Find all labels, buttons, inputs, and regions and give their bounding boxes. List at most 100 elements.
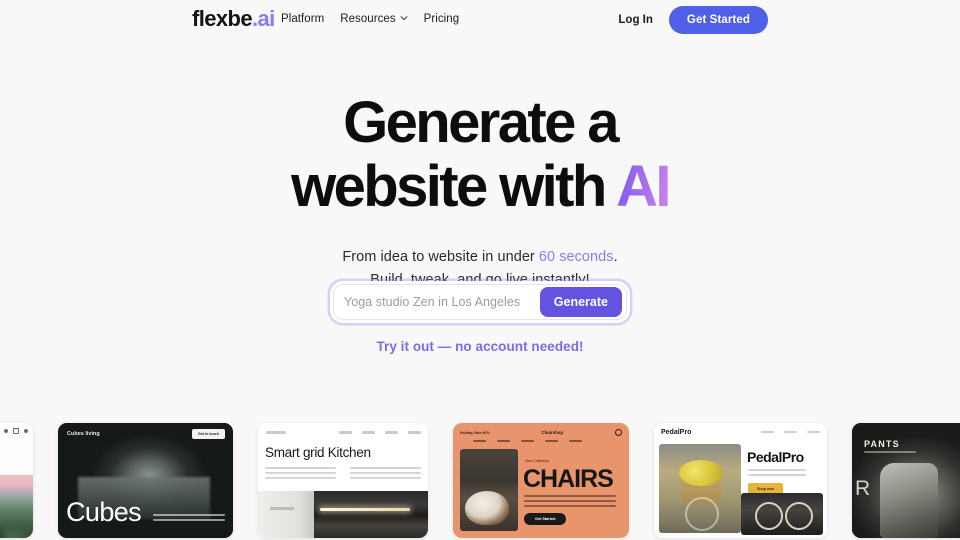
- template-pedalpro-nav: [761, 431, 820, 434]
- nav-placeholder-bar: [408, 431, 421, 434]
- subtitle-suffix: .: [613, 249, 618, 265]
- headline-line-1: Generate a: [343, 90, 619, 155]
- nav-item-pricing[interactable]: Pricing: [424, 13, 460, 25]
- text-placeholder-line: [350, 467, 421, 469]
- template-pedalpro-photo-secondary: [741, 493, 823, 535]
- nav-label-resources: Resources: [340, 13, 396, 25]
- template-card-kitchen[interactable]: Smart grid Kitchen: [258, 423, 428, 538]
- generate-button[interactable]: Generate: [539, 287, 622, 317]
- template-kitchen-logo: [266, 431, 286, 434]
- template-mount-icons: [4, 428, 28, 434]
- template-card-mount[interactable]: OUNT Get Started: [0, 423, 33, 538]
- landing-page: flexbe.ai Platform Resources Pricing Log…: [0, 0, 960, 540]
- text-placeholder-line: [350, 472, 421, 474]
- prompt-input[interactable]: [334, 295, 540, 309]
- template-kitchen-photo: [258, 491, 428, 538]
- text-placeholder-line: [524, 500, 616, 502]
- text-placeholder-line: [153, 519, 225, 521]
- template-chairs-photo: [460, 449, 518, 531]
- template-pedalpro-title: PedalPro: [747, 449, 804, 465]
- nav-placeholder-bar: [545, 440, 558, 443]
- template-kitchen-nav: [339, 431, 421, 434]
- template-chairs-nav: [473, 440, 582, 443]
- template-pedalpro-brand: PedalPro: [661, 429, 692, 436]
- nav-label-pricing: Pricing: [423, 13, 460, 25]
- nav-item-resources[interactable]: Resources: [340, 13, 408, 25]
- template-chairs-cta: Get Started: [524, 513, 567, 525]
- nav-placeholder-bar: [807, 431, 820, 434]
- headline-line-2: website with AI: [0, 158, 960, 216]
- nav-label-platform: Platform: [281, 13, 325, 25]
- get-started-button[interactable]: Get Started: [668, 6, 768, 34]
- chevron-down-icon: [400, 14, 408, 22]
- nav-placeholder-bar: [784, 431, 797, 434]
- trousers-shape: [880, 463, 938, 538]
- nav-placeholder-bar: [473, 440, 486, 443]
- logo-text: flexbe: [192, 6, 253, 31]
- template-kitchen-columns: [265, 467, 421, 482]
- text-placeholder-line: [748, 474, 806, 476]
- dot-icon: [4, 429, 8, 433]
- nav-placeholder-bar: [521, 440, 534, 443]
- page-title: Generate a website with AI: [0, 94, 960, 216]
- login-link[interactable]: Log In: [618, 14, 653, 26]
- site-header: flexbe.ai Platform Resources Pricing Log…: [0, 0, 960, 42]
- text-placeholder-line: [265, 467, 336, 469]
- led-strip-shape: [320, 508, 410, 511]
- template-cubes-brand: Cubes living: [67, 431, 100, 437]
- text-placeholder-line: [864, 451, 916, 453]
- template-chairs-brand: Chairshop: [541, 430, 564, 435]
- template-card-chairs[interactable]: Holiday Sale 40% Chairshop New Collectio…: [453, 423, 629, 538]
- logo-suffix: .ai: [251, 6, 275, 31]
- template-carousel[interactable]: OUNT Get Started Cubes living Get in tou…: [0, 423, 960, 540]
- template-kitchen-title: Smart grid Kitchen: [265, 445, 371, 460]
- template-chairs-promo: Holiday Sale 40%: [460, 430, 490, 435]
- subtitle-highlight: 60 seconds: [538, 249, 614, 265]
- phone-icon: [24, 429, 28, 433]
- text-placeholder-line: [265, 472, 336, 474]
- kitchen-interior-shape: [314, 491, 428, 538]
- flowers-shape: [679, 460, 723, 486]
- template-kitchen-col-left: [265, 467, 336, 482]
- template-pedalpro-paragraph: [748, 469, 806, 479]
- headline-line-2-prefix: website with: [291, 154, 617, 219]
- nav-placeholder-bar: [569, 440, 582, 443]
- prompt-input-bar: Generate: [333, 284, 627, 320]
- template-mount-photo: [0, 475, 33, 538]
- brand-logo[interactable]: flexbe.ai: [192, 8, 275, 30]
- nav-placeholder-bar: [362, 431, 375, 434]
- nav-item-platform[interactable]: Platform: [281, 13, 324, 25]
- hero-section: Generate a website with AI From idea to …: [0, 94, 960, 293]
- text-placeholder-line: [524, 505, 616, 507]
- template-chairs-title: CHAIRS: [523, 465, 614, 493]
- template-cubes-cta: Get in touch: [192, 429, 225, 439]
- template-chairs-topbar: Holiday Sale 40% Chairshop: [453, 429, 629, 436]
- fridge-shape: [258, 491, 314, 538]
- template-card-pants[interactable]: PANTS R: [852, 423, 960, 538]
- template-chairs-paragraph: [524, 495, 616, 510]
- bicycle-wheel-shape: [685, 497, 719, 531]
- template-chairs-eyebrow: New Collection: [525, 459, 549, 463]
- header-actions: Log In Get Started: [618, 6, 768, 34]
- template-mount-header: OUNT Get Started: [0, 423, 33, 475]
- user-icon: [615, 429, 622, 436]
- template-pants-letter: R: [855, 477, 871, 500]
- subtitle-prefix: From idea to website in under: [342, 249, 539, 265]
- template-cubes-paragraph: [153, 514, 225, 524]
- try-it-link[interactable]: Try it out — no account needed!: [0, 339, 960, 354]
- prompt-input-wrapper: Generate: [330, 281, 630, 323]
- mountain-ridge-shape: [0, 492, 33, 538]
- nav-placeholder-bar: [761, 431, 774, 434]
- template-pants-title: PANTS: [864, 439, 900, 449]
- nav-placeholder-bar: [497, 440, 510, 443]
- template-pedalpro-photo-main: [659, 444, 741, 533]
- template-kitchen-col-right: [350, 467, 421, 482]
- text-placeholder-line: [265, 477, 336, 479]
- text-placeholder-line: [748, 469, 806, 471]
- main-nav: Platform Resources Pricing: [281, 13, 459, 25]
- template-card-pedalpro[interactable]: PedalPro PedalPro Shop now: [654, 423, 827, 538]
- headline-accent-ai: AI: [616, 154, 671, 219]
- cart-icon: [13, 428, 19, 434]
- template-card-cubes[interactable]: Cubes living Get in touch Cubes: [58, 423, 233, 538]
- nav-placeholder-bar: [339, 431, 352, 434]
